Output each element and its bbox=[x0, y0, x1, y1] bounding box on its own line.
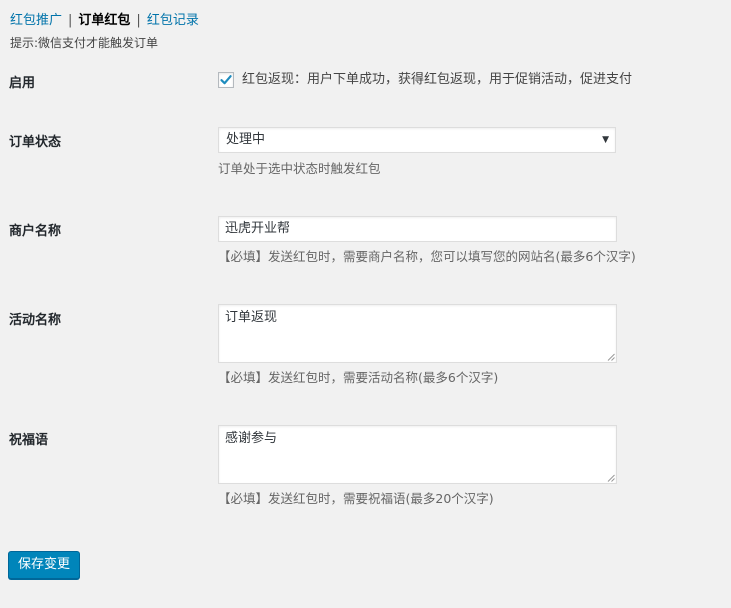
resize-handle-icon[interactable] bbox=[607, 474, 615, 482]
hint-text: 提示:微信支付才能触发订单 bbox=[10, 36, 159, 50]
dropdown-arrow-icon: ▼ bbox=[602, 135, 609, 145]
merchant-name-label: 商户名称 bbox=[9, 224, 62, 239]
enable-checkbox-label[interactable]: 红包返现：用户下单成功，获得红包返现，用于促销活动，促进支付 bbox=[242, 71, 632, 89]
activity-name-description: 【必填】发送红包时，需要活动名称(最多6个汉字) bbox=[218, 370, 499, 385]
checkmark-icon bbox=[220, 75, 232, 85]
subnav-separator: | bbox=[68, 13, 73, 28]
order-status-description: 订单处于选中状态时触发红包 bbox=[218, 161, 381, 176]
tab-red-packet-promotion[interactable]: 红包推广 bbox=[10, 13, 62, 28]
subnav: 红包推广 | 订单红包 | 红包记录 bbox=[10, 12, 199, 30]
activity-name-textarea[interactable]: 订单返现 bbox=[218, 304, 617, 363]
order-status-select[interactable]: 处理中 ▼ bbox=[218, 127, 616, 153]
merchant-name-input[interactable]: 迅虎开业帮 bbox=[218, 216, 617, 242]
subnav-separator: | bbox=[136, 13, 141, 28]
order-status-selected-value: 处理中 bbox=[226, 132, 266, 147]
activity-name-label: 活动名称 bbox=[9, 313, 62, 328]
blessing-description: 【必填】发送红包时，需要祝福语(最多20个汉字) bbox=[218, 491, 494, 506]
activity-name-value: 订单返现 bbox=[225, 310, 278, 325]
order-status-label: 订单状态 bbox=[9, 135, 62, 150]
enable-label: 启用 bbox=[9, 76, 36, 91]
save-changes-button[interactable]: 保存变更 bbox=[8, 551, 81, 579]
tab-red-packet-records[interactable]: 红包记录 bbox=[147, 13, 199, 28]
blessing-textarea[interactable]: 感谢参与 bbox=[218, 425, 617, 484]
settings-page: 红包推广 | 订单红包 | 红包记录 提示:微信支付才能触发订单 启用 红包返现：用户下… bbox=[0, 0, 731, 608]
tab-order-red-packet[interactable]: 订单红包 bbox=[78, 13, 130, 28]
merchant-name-description: 【必填】发送红包时，需要商户名称，您可以填写您的网站名(最多6个汉字) bbox=[218, 249, 636, 264]
blessing-label: 祝福语 bbox=[9, 433, 49, 448]
enable-checkbox[interactable] bbox=[218, 72, 234, 88]
blessing-value: 感谢参与 bbox=[225, 431, 278, 446]
resize-handle-icon[interactable] bbox=[607, 353, 615, 361]
